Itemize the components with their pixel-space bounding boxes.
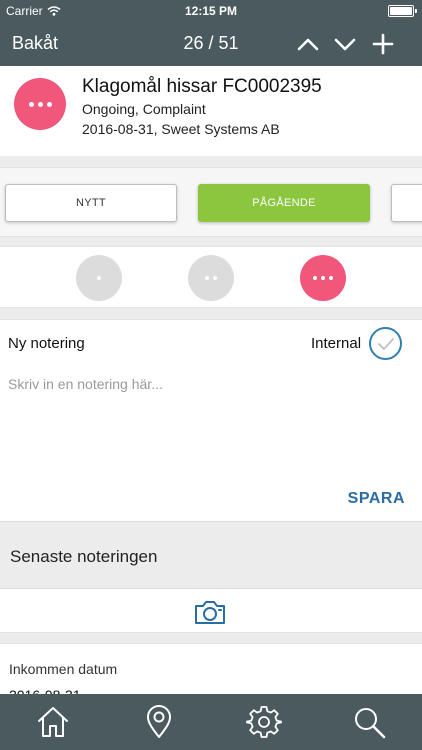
priority-high-button[interactable] [300, 255, 346, 301]
status-new-button[interactable]: NYTT [5, 184, 177, 222]
record-meta: 2016-08-31, Sweet Systems AB [82, 121, 280, 137]
clock: 12:15 PM [184, 4, 238, 18]
navigation-bar: Bakåt 26 / 51 [0, 22, 422, 66]
internal-toggle[interactable] [369, 327, 402, 360]
status-next-button[interactable] [391, 184, 422, 222]
battery-icon [388, 5, 417, 17]
chevron-up-icon[interactable] [294, 30, 322, 58]
record-header: Klagomål hissar FC0002395 Ongoing, Compl… [0, 66, 422, 156]
save-button[interactable]: SPARA [348, 490, 405, 508]
chevron-down-icon[interactable] [331, 30, 359, 58]
tab-bar [0, 694, 422, 750]
home-icon[interactable] [35, 704, 71, 740]
priority-one-dot-icon [97, 276, 101, 280]
camera-icon[interactable] [193, 598, 227, 626]
priority-medium-button[interactable] [188, 255, 234, 301]
priority-low-button[interactable] [76, 255, 122, 301]
status-selector: NYTT PÅGÅENDE [0, 167, 422, 237]
priority-selector [0, 246, 422, 308]
camera-row [0, 589, 422, 633]
status-ongoing-button[interactable]: PÅGÅENDE [198, 184, 370, 222]
gear-icon[interactable] [246, 704, 282, 740]
more-dots-icon [28, 101, 52, 107]
checkmark-icon [377, 337, 394, 350]
back-button[interactable]: Bakåt [12, 33, 58, 54]
internal-label: Internal [311, 335, 362, 352]
map-pin-icon[interactable] [141, 704, 177, 740]
priority-two-dots-icon [205, 276, 217, 280]
received-date-label: Inkommen datum [9, 661, 118, 677]
record-title: Klagomål hissar FC0002395 [82, 76, 322, 97]
note-input[interactable] [8, 376, 408, 466]
search-icon[interactable] [351, 704, 387, 740]
status-bar: Carrier 12:15 PM [0, 0, 422, 22]
new-note-label: Ny notering [8, 335, 85, 352]
new-note-card: Ny notering Internal SPARA [0, 319, 422, 521]
record-avatar[interactable] [14, 78, 66, 130]
record-subtitle: Ongoing, Complaint [82, 101, 206, 117]
latest-notes-label: Senaste noteringen [10, 547, 158, 566]
priority-three-dots-icon [313, 276, 333, 280]
plus-icon[interactable] [369, 30, 397, 58]
latest-notes-section[interactable]: Senaste noteringen [0, 521, 422, 589]
